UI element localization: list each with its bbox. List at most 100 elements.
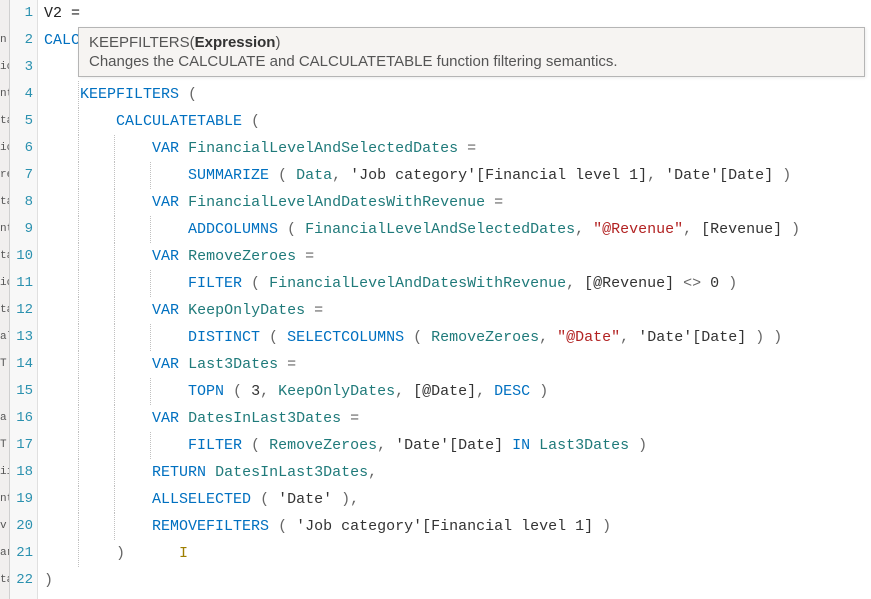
paren: ) (719, 275, 737, 292)
fn-selectcolumns: SELECTCOLUMNS (287, 329, 404, 346)
comma: , (476, 383, 494, 400)
string-literal: "@Date" (557, 329, 620, 346)
paren: ( (242, 275, 269, 292)
var-ref: KeepOnlyDates (278, 383, 395, 400)
dax-editor[interactable]: n ic nt ta ic re ta nt ta ic ta al T a T… (0, 0, 871, 599)
fn-addcolumns: ADDCOLUMNS (188, 221, 278, 238)
line-number: 5 (10, 108, 37, 135)
paren: ( (224, 383, 251, 400)
measure-name: V2 (44, 5, 62, 22)
fn-summarize: SUMMARIZE (188, 167, 269, 184)
var-name: FinancialLevelAndSelectedDates (188, 140, 458, 157)
paren: ( (278, 221, 305, 238)
code-line[interactable]: VAR KeepOnlyDates = (38, 297, 871, 324)
sliver-row: ic (0, 135, 9, 162)
line-number: 21 (10, 540, 37, 567)
fn-calculate-partial: CALC (44, 32, 80, 49)
comma: , (566, 275, 584, 292)
line-number: 3 (10, 54, 37, 81)
code-line[interactable]: REMOVEFILTERS ( 'Job category'[Financial… (38, 513, 871, 540)
comma: , (539, 329, 557, 346)
var-name: Last3Dates (188, 356, 278, 373)
paren: ) (530, 383, 548, 400)
code-line[interactable]: ) (38, 567, 871, 594)
sliver-row: ta (0, 567, 9, 594)
kw-desc: DESC (494, 383, 530, 400)
intellisense-tooltip: KEEPFILTERS(Expression) Changes the CALC… (78, 27, 865, 77)
paren: ) (629, 437, 647, 454)
comma: , (395, 383, 413, 400)
code-area[interactable]: KEEPFILTERS(Expression) Changes the CALC… (38, 0, 871, 599)
kw-in: IN (503, 437, 539, 454)
code-line[interactable]: VAR FinancialLevelAndSelectedDates = (38, 135, 871, 162)
code-line[interactable]: CALCULATETABLE ( (38, 108, 871, 135)
code-line[interactable]: ALLSELECTED ( 'Date' ), (38, 486, 871, 513)
line-number: 7 (10, 162, 37, 189)
fn-filter: FILTER (188, 275, 242, 292)
comma: , (575, 221, 593, 238)
comma: , (647, 167, 665, 184)
tooltip-description: Changes the CALCULATE and CALCULATETABLE… (89, 53, 854, 70)
column-ref: 'Job category'[Financial level 1] (350, 167, 647, 184)
paren: ( (269, 167, 296, 184)
paren: ( (242, 437, 269, 454)
eq: = (278, 356, 296, 373)
line-number: 12 (10, 297, 37, 324)
code-line[interactable]: DISTINCT ( SELECTCOLUMNS ( RemoveZeroes,… (38, 324, 871, 351)
sliver-row: nt (0, 81, 9, 108)
code-line[interactable]: FILTER ( FinancialLevelAndDatesWithReven… (38, 270, 871, 297)
line-number: 9 (10, 216, 37, 243)
comma: , (368, 464, 377, 481)
paren: ) ) (746, 329, 782, 346)
line-number-gutter: 1 2 3 4 5 6 7 8 9 10 11 12 13 14 15 16 1… (10, 0, 38, 599)
eq: = (485, 194, 503, 211)
var-name: DatesInLast3Dates (188, 410, 341, 427)
sliver-row: nt (0, 486, 9, 513)
var-ref: RemoveZeroes (269, 437, 377, 454)
code-line[interactable]: VAR FinancialLevelAndDatesWithRevenue = (38, 189, 871, 216)
var-name: RemoveZeroes (188, 248, 296, 265)
line-number: 15 (10, 378, 37, 405)
paren: ), (332, 491, 359, 508)
sliver-row (0, 0, 9, 27)
code-line[interactable]: ) I (38, 540, 871, 567)
paren: ( (269, 518, 296, 535)
var-name: KeepOnlyDates (188, 302, 305, 319)
kw-var: VAR (152, 356, 179, 373)
line-number: 2 (10, 27, 37, 54)
column-ref: [@Revenue] (584, 275, 674, 292)
column-ref: 'Date'[Date] (665, 167, 773, 184)
code-line[interactable]: VAR RemoveZeroes = (38, 243, 871, 270)
code-line[interactable]: SUMMARIZE ( Data, 'Job category'[Financi… (38, 162, 871, 189)
sliver-row: ii (0, 459, 9, 486)
var-ref: DatesInLast3Dates (215, 464, 368, 481)
comma: , (377, 437, 395, 454)
eq: = (296, 248, 314, 265)
sliver-row: ta (0, 108, 9, 135)
eq: = (341, 410, 359, 427)
code-line[interactable]: VAR Last3Dates = (38, 351, 871, 378)
code-line[interactable]: RETURN DatesInLast3Dates, (38, 459, 871, 486)
table-ref: Data (296, 167, 332, 184)
code-line[interactable]: KEEPFILTERS ( (38, 81, 871, 108)
paren: ) (44, 572, 53, 589)
eq: = (305, 302, 323, 319)
code-line[interactable]: ADDCOLUMNS ( FinancialLevelAndSelectedDa… (38, 216, 871, 243)
comma: , (260, 383, 278, 400)
line-number: 8 (10, 189, 37, 216)
code-line[interactable]: VAR DatesInLast3Dates = (38, 405, 871, 432)
sliver-row: T (0, 351, 9, 378)
code-line[interactable]: V2 = (38, 0, 871, 27)
fn-calculatetable: CALCULATETABLE (116, 113, 242, 130)
operator: <> (674, 275, 710, 292)
column-ref: 'Date'[Date] (395, 437, 503, 454)
code-line[interactable]: FILTER ( RemoveZeroes, 'Date'[Date] IN L… (38, 432, 871, 459)
code-line[interactable]: TOPN ( 3, KeepOnlyDates, [@Date], DESC ) (38, 378, 871, 405)
sliver-row: n (0, 27, 9, 54)
column-ref: 'Date'[Date] (638, 329, 746, 346)
paren: ( (179, 86, 197, 103)
paren: ) (116, 545, 125, 562)
line-number: 22 (10, 567, 37, 594)
sliver-row: ar (0, 540, 9, 567)
line-number: 20 (10, 513, 37, 540)
